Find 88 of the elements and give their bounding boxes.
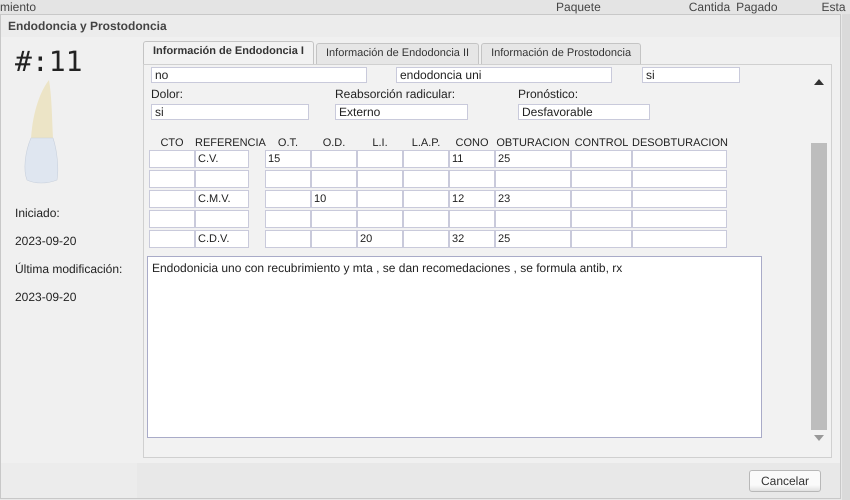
table-input[interactable] (632, 190, 727, 208)
table-input[interactable]: 12 (449, 190, 495, 208)
table-input[interactable] (149, 170, 195, 188)
field-label: Reabsorción radicular: (335, 87, 456, 101)
input-field[interactable]: si (642, 67, 740, 83)
notes-textarea[interactable]: Endodonicia uno con recubrimiento y mta , se dan recomedaciones , se formula antib, rx (147, 256, 762, 438)
table-input[interactable] (149, 190, 195, 208)
table-input[interactable]: 11 (449, 150, 495, 168)
table-input[interactable]: 10 (311, 190, 357, 208)
table-input[interactable] (357, 150, 403, 168)
column-header: Esta (822, 0, 846, 14)
table-input[interactable]: C.D.V. (195, 230, 249, 248)
table-input[interactable] (265, 230, 311, 248)
table-input[interactable] (449, 210, 495, 228)
tab[interactable]: Información de Prostodoncia (481, 43, 642, 64)
cancel-button[interactable]: Cancelar (749, 470, 821, 492)
table-input[interactable] (571, 210, 632, 228)
table-input[interactable]: 32 (449, 230, 495, 248)
date-label: Iniciado: (15, 206, 61, 220)
table-input[interactable] (632, 230, 727, 248)
tooth-number: #:11 (15, 45, 84, 78)
field-label: Pronóstico: (518, 87, 580, 101)
table-input[interactable] (403, 150, 449, 168)
column-header: Paquete (556, 0, 601, 14)
scrollbar-thumb[interactable] (811, 143, 827, 430)
table-input[interactable] (571, 170, 632, 188)
date-value: 2023-09-20 (15, 234, 78, 248)
scroll-down-icon[interactable] (814, 435, 824, 441)
table-input[interactable]: 15 (265, 150, 311, 168)
table-input[interactable] (265, 190, 311, 208)
table-input[interactable] (571, 190, 632, 208)
column-header: L.A.P. (410, 137, 442, 149)
tab[interactable]: Información de Endodoncia II (316, 43, 480, 64)
table-input[interactable] (265, 210, 311, 228)
column-header: CONO (454, 137, 490, 149)
scroll-up-icon[interactable] (814, 79, 824, 85)
table-input[interactable] (495, 210, 571, 228)
table-input[interactable] (403, 210, 449, 228)
date-value: 2023-09-20 (15, 290, 78, 304)
dialog-title: Endodoncia y Prostodoncia (7, 18, 168, 35)
field-label: Dolor: (151, 87, 184, 101)
column-header: CONTROL (574, 137, 630, 149)
table-input[interactable]: C.V. (195, 150, 249, 168)
table-input[interactable]: 25 (495, 230, 571, 248)
tab[interactable]: Información de Endodoncia I (143, 41, 314, 64)
table-input[interactable] (403, 230, 449, 248)
table-input[interactable] (149, 210, 195, 228)
table-input[interactable] (357, 210, 403, 228)
column-header: CTO (159, 137, 185, 149)
table-input[interactable] (357, 190, 403, 208)
input-field[interactable]: si (151, 104, 309, 120)
table-input[interactable]: 25 (495, 150, 571, 168)
table-input[interactable] (449, 170, 495, 188)
table-input[interactable]: 20 (357, 230, 403, 248)
table-input[interactable]: C.M.V. (195, 190, 249, 208)
table-input[interactable]: 23 (495, 190, 571, 208)
column-header: OBTURACION (495, 137, 571, 149)
column-header: O.D. (322, 137, 346, 149)
table-input[interactable] (149, 150, 195, 168)
column-header: L.I. (371, 137, 389, 149)
input-field[interactable]: no (151, 67, 367, 83)
table-input[interactable] (311, 150, 357, 168)
column-header: miento (0, 0, 36, 14)
column-header: REFERENCIA (195, 137, 265, 149)
table-input[interactable] (571, 230, 632, 248)
table-input[interactable] (195, 210, 249, 228)
table-input[interactable] (149, 230, 195, 248)
column-header: Cantida (688, 0, 730, 14)
table-input[interactable] (403, 170, 449, 188)
table-input[interactable] (311, 230, 357, 248)
table-input[interactable] (357, 170, 403, 188)
table-input[interactable] (311, 210, 357, 228)
table-input[interactable] (495, 170, 571, 188)
column-header: O.T. (276, 137, 300, 149)
column-header: DESOBTURACION (632, 137, 727, 149)
table-input[interactable] (571, 150, 632, 168)
input-field[interactable]: endodoncia uni (396, 67, 612, 83)
table-input[interactable] (195, 170, 249, 188)
column-header: Pagado (736, 0, 778, 14)
table-input[interactable] (632, 210, 727, 228)
table-input[interactable] (265, 170, 311, 188)
table-input[interactable] (632, 150, 727, 168)
table-input[interactable] (311, 170, 357, 188)
table-input[interactable] (632, 170, 727, 188)
input-field[interactable]: Desfavorable (518, 104, 650, 120)
table-input[interactable] (403, 190, 449, 208)
date-label: Última modificación: (15, 262, 124, 276)
input-field[interactable]: Externo (335, 104, 468, 120)
